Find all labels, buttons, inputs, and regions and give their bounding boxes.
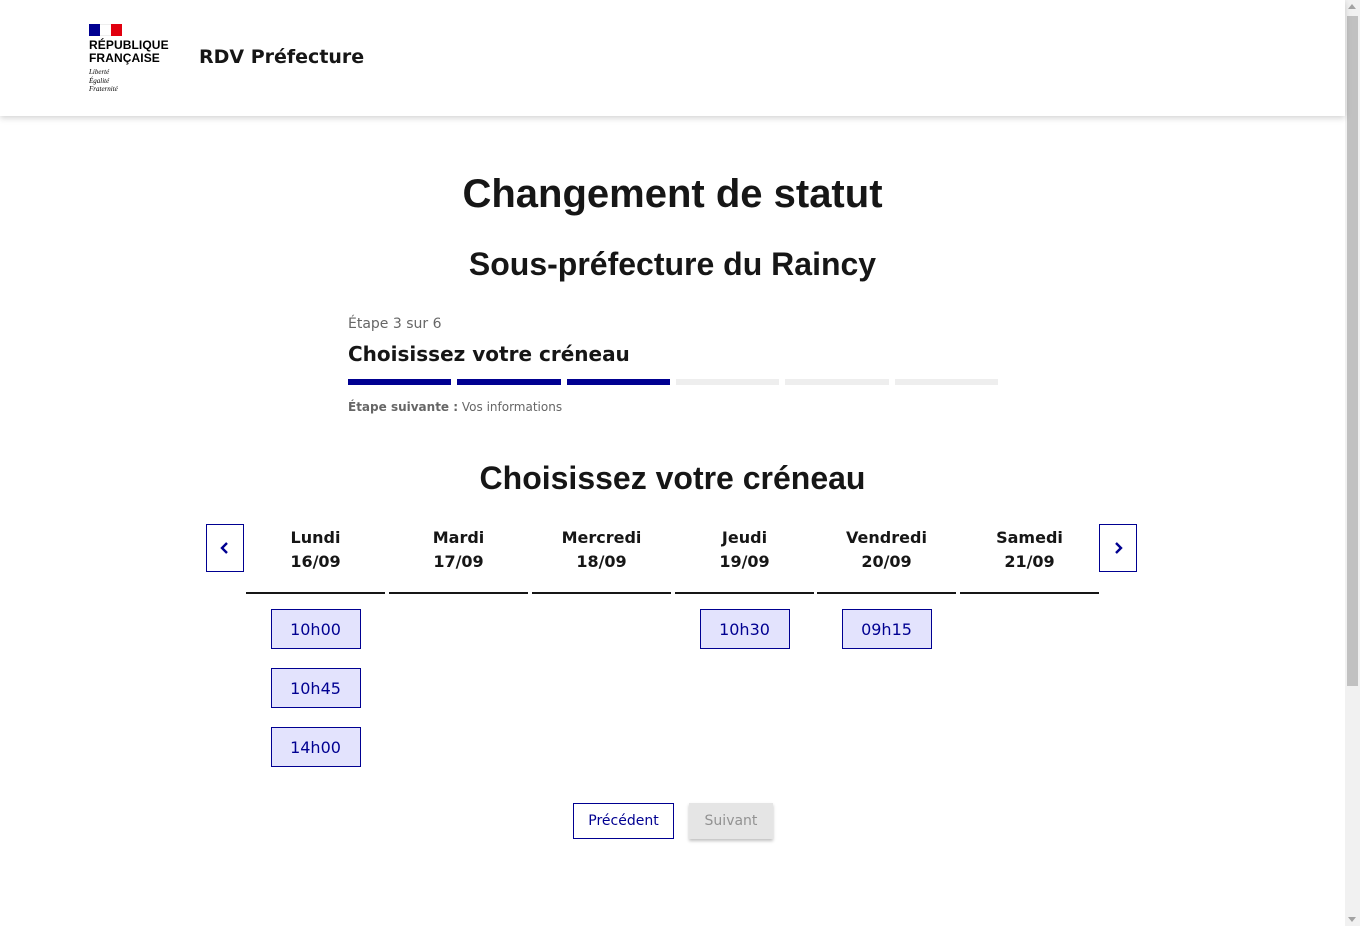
- chevron-left-icon: [220, 542, 228, 554]
- day-column-jeudi: Jeudi 19/09 10h30: [675, 526, 814, 649]
- republique-francaise-logo[interactable]: RÉPUBLIQUE FRANÇAISE Liberté Égalité Fra…: [89, 24, 179, 94]
- step-next-label: Étape suivante :: [348, 400, 459, 414]
- next-button[interactable]: Suivant: [689, 803, 773, 839]
- step-bar-1: [348, 379, 452, 385]
- step-progress-bar: [348, 379, 998, 385]
- step-bar-6: [894, 379, 998, 385]
- day-header: Samedi 21/09: [960, 526, 1099, 594]
- stepper: Étape 3 sur 6 Choisissez votre créneau É…: [348, 316, 998, 414]
- motto-fraternite: Fraternité: [89, 85, 118, 94]
- day-name: Mardi: [432, 528, 485, 547]
- step-title: Choisissez votre créneau: [348, 342, 630, 366]
- day-header: Jeudi 19/09: [675, 526, 814, 594]
- day-date: 18/09: [576, 552, 627, 571]
- site-header: RÉPUBLIQUE FRANÇAISE Liberté Égalité Fra…: [0, 0, 1345, 116]
- step-bar-4: [675, 379, 780, 385]
- scrollbar-thumb[interactable]: [1347, 16, 1358, 686]
- day-date: 17/09: [433, 552, 484, 571]
- vertical-scrollbar[interactable]: [1345, 0, 1360, 926]
- day-column-mercredi: Mercredi 18/09: [532, 526, 671, 594]
- time-slot-button[interactable]: 10h45: [270, 668, 361, 708]
- previous-week-button[interactable]: [206, 524, 244, 572]
- scroll-down-arrow-icon[interactable]: [1348, 917, 1356, 922]
- next-week-button[interactable]: [1099, 524, 1137, 572]
- logo-motto: Liberté Égalité Fraternité: [89, 68, 179, 94]
- motto-liberte: Liberté: [89, 68, 110, 76]
- day-name: Samedi: [996, 528, 1063, 547]
- logo-name-line2: FRANÇAISE: [89, 51, 160, 65]
- day-column-lundi: Lundi 16/09 10h00 10h45 14h00: [246, 526, 385, 767]
- time-slot-button[interactable]: 10h00: [270, 609, 361, 649]
- calendar-title: Choisissez votre créneau: [479, 460, 866, 496]
- previous-button[interactable]: Précédent: [573, 803, 674, 839]
- french-flag-icon: [89, 24, 122, 36]
- day-header: Lundi 16/09: [246, 526, 385, 594]
- day-column-mardi: Mardi 17/09: [389, 526, 528, 594]
- page-title: Changement de statut: [462, 172, 883, 216]
- day-header: Vendredi 20/09: [817, 526, 956, 594]
- time-slot-button[interactable]: 14h00: [270, 727, 361, 767]
- step-state: Étape 3 sur 6: [348, 316, 442, 332]
- time-slot-button[interactable]: 09h15: [841, 609, 932, 649]
- step-next: Étape suivante : Vos informations: [348, 400, 998, 414]
- day-column-samedi: Samedi 21/09: [960, 526, 1099, 594]
- day-name: Mercredi: [561, 528, 642, 547]
- step-next-value: Vos informations: [461, 400, 563, 414]
- page-subtitle: Sous-préfecture du Raincy: [468, 246, 877, 282]
- day-name: Jeudi: [721, 528, 768, 547]
- day-date: 21/09: [1004, 552, 1055, 571]
- step-bar-2: [457, 379, 561, 385]
- day-name: Lundi: [290, 528, 341, 547]
- day-date: 20/09: [861, 552, 912, 571]
- scroll-up-arrow-icon[interactable]: [1348, 4, 1356, 9]
- day-name: Vendredi: [846, 528, 927, 547]
- day-date: 16/09: [290, 552, 341, 571]
- time-slot-button[interactable]: 10h30: [699, 609, 790, 649]
- step-bar-5: [785, 379, 889, 385]
- day-column-vendredi: Vendredi 20/09 09h15: [817, 526, 956, 649]
- step-bar-3: [566, 379, 670, 385]
- day-date: 19/09: [719, 552, 770, 571]
- motto-egalite: Égalité: [89, 76, 110, 85]
- day-header: Mardi 17/09: [389, 526, 528, 594]
- chevron-right-icon: [1115, 542, 1123, 554]
- site-title[interactable]: RDV Préfecture: [199, 46, 364, 68]
- day-header: Mercredi 18/09: [532, 526, 671, 594]
